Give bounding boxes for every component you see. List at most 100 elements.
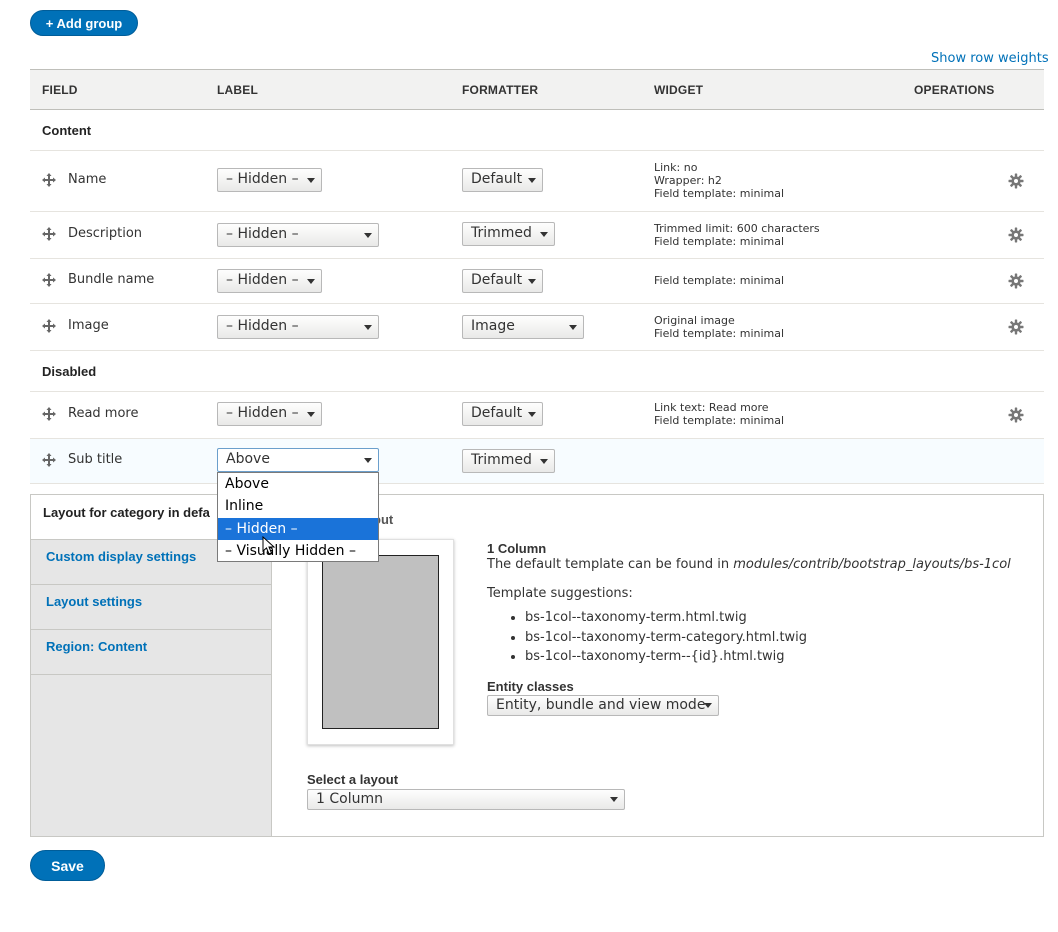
widget-line: Link: no <box>654 161 698 174</box>
chevron-down-icon <box>528 412 536 417</box>
chevron-down-icon <box>528 178 536 183</box>
label-dropdown-list: Above Inline – Hidden – – Visually Hidde… <box>217 472 379 562</box>
label-select-value: – Hidden – <box>226 318 299 334</box>
move-cross-icon[interactable] <box>42 227 56 241</box>
header-label: Label <box>217 83 258 97</box>
table-row: Name – Hidden – Default Link: no Wrapper… <box>30 151 1044 212</box>
formatter-select[interactable]: Image <box>462 315 584 339</box>
region-disabled: Disabled <box>30 351 1044 392</box>
mouse-pointer-icon <box>262 536 276 555</box>
layout-preview <box>307 539 454 745</box>
label-select-value: – Hidden – <box>226 226 299 242</box>
template-suggestions-label: Template suggestions: <box>487 586 633 601</box>
widget-line: Wrapper: h2 <box>654 174 722 187</box>
label-select-value: – Hidden – <box>226 171 299 187</box>
formatter-select[interactable]: Default <box>462 269 543 293</box>
formatter-select-value: Image <box>471 318 515 334</box>
widget-line: Field template: minimal <box>654 414 785 427</box>
gear-icon[interactable] <box>1008 173 1024 189</box>
move-cross-icon[interactable] <box>42 319 56 333</box>
list-item: bs-1col--taxonomy-term--{id}.html.twig <box>525 647 807 667</box>
formatter-select[interactable]: Trimmed <box>462 222 555 246</box>
formatter-select-value: Trimmed <box>471 452 532 468</box>
formatter-select-value: Trimmed <box>471 225 532 241</box>
widget-line: Link text: Read more <box>654 401 769 414</box>
label-select[interactable]: – Hidden – <box>217 223 379 247</box>
field-name: Bundle name <box>68 272 155 287</box>
field-name: Name <box>68 172 107 187</box>
field-name: Description <box>68 226 143 241</box>
select-layout-select[interactable]: 1 Column <box>307 789 625 810</box>
tab-label[interactable]: Custom display settings <box>46 549 196 564</box>
field-name: Image <box>68 318 109 333</box>
table-header: Field Label Formatter Widget Operations <box>30 69 1044 110</box>
header-field: Field <box>42 83 78 97</box>
dropdown-option-inline[interactable]: Inline <box>218 495 378 517</box>
label-select[interactable]: – Hidden – <box>217 269 322 293</box>
layout-preview-region <box>322 555 439 729</box>
list-item: bs-1col--taxonomy-term-category.html.twi… <box>525 628 807 648</box>
formatter-select[interactable]: Default <box>462 402 543 426</box>
entity-classes-value: Entity, bundle and view mode <box>496 697 706 713</box>
chevron-down-icon <box>540 459 548 464</box>
widget-summary: Original image Field template: minimal <box>654 314 784 340</box>
gear-icon[interactable] <box>1008 227 1024 243</box>
label-select[interactable]: – Hidden – <box>217 402 322 426</box>
entity-classes-select[interactable]: Entity, bundle and view mode <box>487 695 719 716</box>
header-widget: Widget <box>654 83 704 97</box>
template-description: The default template can be found in mod… <box>487 557 1011 572</box>
tab-layout-settings[interactable]: Layout settings <box>31 585 271 630</box>
label-select[interactable]: Above <box>217 448 379 472</box>
entity-classes-label: Entity classes <box>487 679 574 694</box>
show-row-weights-link[interactable]: Show row weights <box>931 51 1049 66</box>
widget-summary: Link: no Wrapper: h2 Field template: min… <box>654 161 784 200</box>
formatter-select-value: Default <box>471 272 523 288</box>
chevron-down-icon <box>704 703 712 708</box>
chevron-down-icon <box>569 325 577 330</box>
label-select[interactable]: – Hidden – <box>217 315 379 339</box>
field-name: Sub title <box>68 452 123 467</box>
label-select[interactable]: – Hidden – <box>217 168 322 192</box>
dropdown-option-hidden[interactable]: – Hidden – <box>218 518 378 540</box>
widget-line: Original image <box>654 314 735 327</box>
tab-region-content[interactable]: Region: Content <box>31 630 271 675</box>
formatter-select-value: Default <box>471 405 523 421</box>
gear-icon[interactable] <box>1008 407 1024 423</box>
move-cross-icon[interactable] <box>42 453 56 467</box>
gear-icon[interactable] <box>1008 319 1024 335</box>
widget-summary: Field template: minimal <box>654 274 784 287</box>
tab-label: Layout for category in defa <box>43 505 210 520</box>
select-layout-value: 1 Column <box>316 791 383 807</box>
chevron-down-icon <box>307 279 315 284</box>
formatter-select[interactable]: Default <box>462 168 543 192</box>
table-row: Description – Hidden – Trimmed Trimmed l… <box>30 212 1044 259</box>
select-layout-label: Select a layout <box>307 772 399 787</box>
move-cross-icon[interactable] <box>42 273 56 287</box>
formatter-select[interactable]: Trimmed <box>462 449 555 473</box>
move-cross-icon[interactable] <box>42 173 56 187</box>
dropdown-option-above[interactable]: Above <box>218 473 378 495</box>
chevron-down-icon <box>610 797 618 802</box>
field-name: Read more <box>68 406 139 421</box>
template-path: modules/contrib/bootstrap_layouts/bs-1co… <box>733 557 1011 572</box>
table-row: Sub title Above Trimmed <box>30 439 1044 484</box>
chevron-down-icon <box>364 233 372 238</box>
dropdown-option-visually-hidden[interactable]: – Visually Hidden – <box>218 540 378 562</box>
layout-vertical-tabs: Layout for category in defa Custom displ… <box>30 494 1044 837</box>
chevron-down-icon <box>307 178 315 183</box>
add-group-button[interactable]: + Add group <box>30 10 138 36</box>
label-select-value: – Hidden – <box>226 405 299 421</box>
save-button[interactable]: Save <box>30 850 105 881</box>
widget-line: Field template: minimal <box>654 274 785 287</box>
tab-label[interactable]: Layout settings <box>46 594 142 609</box>
widget-summary: Trimmed limit: 600 characters Field temp… <box>654 222 820 248</box>
gear-icon[interactable] <box>1008 273 1024 289</box>
header-formatter: Formatter <box>462 83 539 97</box>
move-cross-icon[interactable] <box>42 407 56 421</box>
widget-line: Field template: minimal <box>654 327 785 340</box>
formatter-select-value: Default <box>471 171 523 187</box>
tab-label[interactable]: Region: Content <box>46 639 147 654</box>
template-text: The default template can be found in <box>487 557 730 572</box>
widget-line: Trimmed limit: 600 characters <box>654 222 820 235</box>
region-content: Content <box>30 110 1044 151</box>
